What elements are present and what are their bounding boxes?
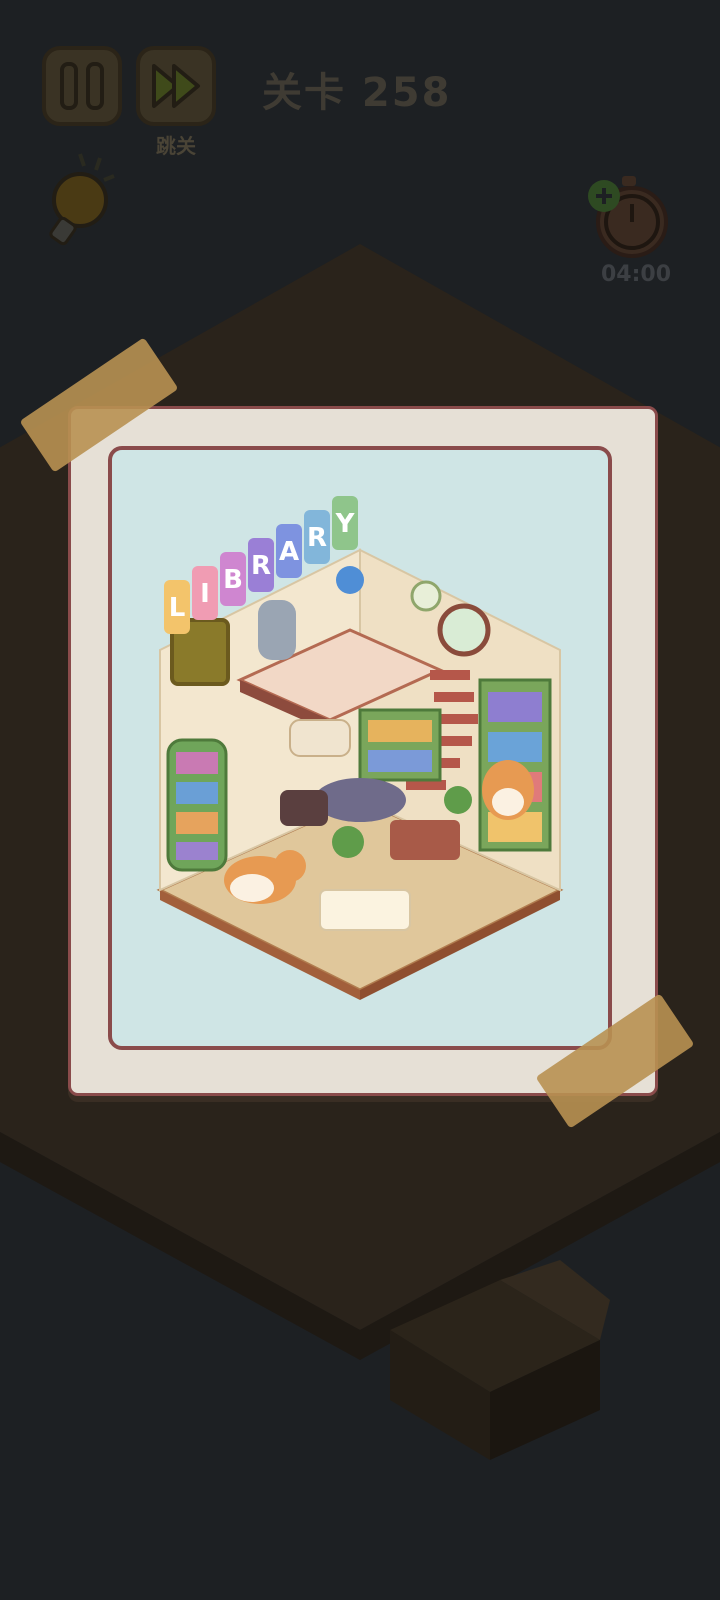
corgi-dog-on-ladder [482,760,534,820]
sign-letter: I [200,579,210,609]
potted-plant [332,826,364,858]
add-time-button[interactable] [588,176,674,266]
pause-button[interactable] [42,46,122,126]
pause-icon [60,62,104,110]
library-room-illustration[interactable]: LIBRARY [140,470,580,1010]
skip-level-button[interactable] [136,46,216,126]
round-bookshelf-left [166,738,228,872]
bookshelf-center [358,708,442,782]
bust-statue [258,600,296,660]
sign-letter: L [169,593,186,623]
sign-letter: R [251,551,271,581]
timer-readout: 04:00 [600,262,672,287]
stopwatch-icon [588,176,668,258]
sofa [289,719,351,757]
sign-letter: B [223,565,243,595]
fast-forward-icon [152,64,200,108]
small-plant [444,786,472,814]
level-indicator: 关卡 258 [262,70,452,116]
sign-letter: Y [335,509,356,539]
sign-letter: R [307,523,327,553]
hint-button[interactable] [40,150,126,250]
sign-letter: A [279,537,299,567]
lightbulb-icon [49,153,115,246]
skip-level-label: 跳关 [156,134,196,158]
globe [336,566,364,594]
armchair [280,790,328,826]
reading-desk [390,820,460,860]
coffee-table [319,889,411,931]
round-window [437,603,491,657]
wall-clock [410,580,442,612]
